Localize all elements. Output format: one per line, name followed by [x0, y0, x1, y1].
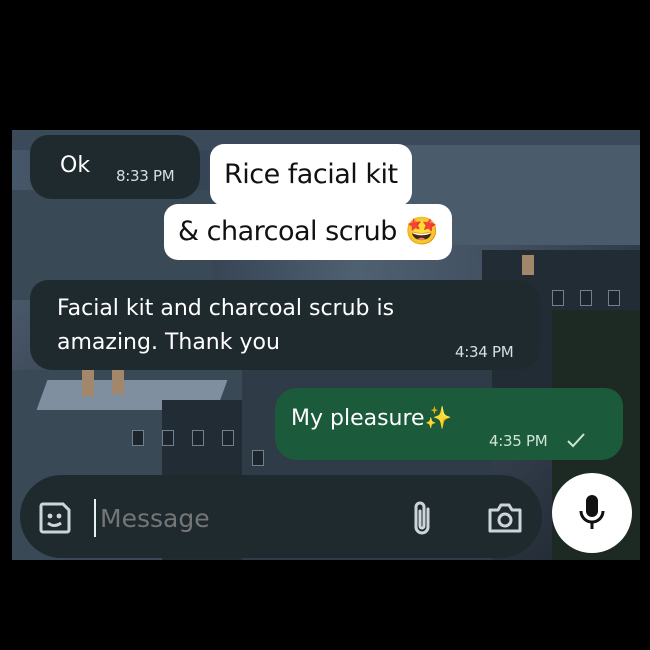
- window: [252, 450, 264, 466]
- message-bubble-outgoing[interactable]: My pleasure✨ 4:35 PM: [275, 388, 623, 460]
- message-composer[interactable]: [20, 475, 542, 558]
- window: [192, 430, 204, 446]
- chimney: [82, 370, 94, 396]
- message-text: Ok: [60, 153, 91, 178]
- message-bubble-incoming[interactable]: Ok 8:33 PM: [30, 135, 200, 199]
- chimney: [112, 368, 124, 394]
- window: [162, 430, 174, 446]
- message-timestamp: 4:35 PM: [489, 432, 548, 450]
- camera-icon[interactable]: [486, 501, 524, 535]
- message-text-line-2: amazing. Thank you: [57, 330, 280, 355]
- message-text-line-1: Facial kit and charcoal scrub is: [57, 296, 395, 321]
- window: [222, 430, 234, 446]
- chimney: [522, 255, 534, 275]
- message-bubble-incoming[interactable]: Facial kit and charcoal scrub is amazing…: [30, 280, 540, 370]
- caption-text-line-2: & charcoal scrub 🤩: [164, 204, 453, 260]
- message-timestamp: 8:33 PM: [116, 167, 175, 185]
- message-timestamp: 4:34 PM: [455, 343, 514, 361]
- window: [132, 430, 144, 446]
- window: [552, 290, 564, 306]
- message-text: My pleasure✨: [291, 406, 452, 431]
- caption-text-line-1: Rice facial kit: [210, 144, 412, 206]
- window: [608, 290, 620, 306]
- sent-check-icon: [567, 433, 585, 448]
- message-input[interactable]: [98, 493, 402, 543]
- sticker-icon[interactable]: [37, 500, 73, 536]
- window: [580, 290, 592, 306]
- paperclip-icon[interactable]: [408, 499, 440, 539]
- mic-icon: [579, 495, 605, 529]
- text-cursor: [94, 499, 96, 537]
- mic-button[interactable]: [552, 473, 632, 553]
